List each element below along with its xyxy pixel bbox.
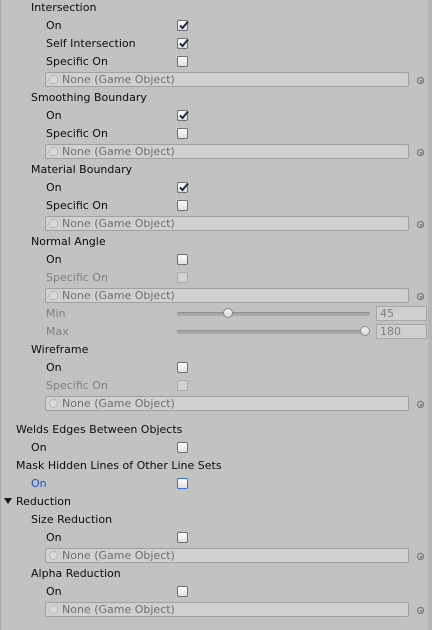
- checkmark-icon: [179, 20, 189, 30]
- gameobject-icon: [49, 605, 58, 614]
- normal-angle-object-picker-icon[interactable]: [417, 293, 424, 300]
- alpha-reduction-on-checkbox[interactable]: [177, 586, 188, 597]
- wireframe-header: Wireframe: [31, 343, 89, 356]
- size-reduction-object-field[interactable]: None (Game Object): [45, 548, 409, 563]
- smoothing-on-checkbox[interactable]: [177, 110, 189, 121]
- welds-on-label: On: [31, 441, 47, 454]
- max-angle-slider-track[interactable]: [177, 330, 370, 334]
- gameobject-icon: [49, 147, 58, 156]
- size-reduction-object-field-value: None (Game Object): [62, 549, 175, 562]
- alpha-reduction-object-field-value: None (Game Object): [62, 603, 175, 616]
- self-intersection-label: Self Intersection: [46, 37, 136, 50]
- wireframe-object-field-value: None (Game Object): [62, 397, 175, 410]
- self-intersection-checkbox[interactable]: [177, 38, 189, 49]
- panel-left-border: [0, 0, 1, 630]
- normal-angle-on-label: On: [46, 253, 62, 266]
- smoothing-on-label: On: [46, 109, 62, 122]
- mask-hidden-lines-header: Mask Hidden Lines of Other Line Sets: [16, 459, 222, 472]
- size-reduction-on-label: On: [46, 531, 62, 544]
- checkmark-icon: [179, 182, 189, 192]
- material-object-field[interactable]: None (Game Object): [45, 216, 409, 231]
- gameobject-icon: [49, 291, 58, 300]
- normal-angle-specific-label: Specific On: [46, 271, 108, 284]
- smoothing-specific-checkbox[interactable]: [177, 128, 188, 139]
- wireframe-object-picker-icon[interactable]: [417, 401, 424, 408]
- wireframe-specific-label: Specific On: [46, 379, 108, 392]
- welds-on-checkbox[interactable]: [177, 442, 188, 453]
- material-object-field-value: None (Game Object): [62, 217, 175, 230]
- intersection-header: Intersection: [31, 1, 97, 14]
- alpha-reduction-object-picker-icon[interactable]: [417, 607, 424, 614]
- normal-angle-object-field[interactable]: None (Game Object): [45, 288, 409, 303]
- min-angle-input[interactable]: 45: [376, 306, 427, 321]
- material-on-label: On: [46, 181, 62, 194]
- checkmark-icon: [179, 38, 189, 48]
- normal-angle-object-field-value: None (Game Object): [62, 289, 175, 302]
- material-specific-checkbox[interactable]: [177, 200, 188, 211]
- intersection-specific-checkbox[interactable]: [177, 56, 188, 67]
- gameobject-icon: [49, 551, 58, 560]
- min-angle-slider-track[interactable]: [177, 312, 370, 316]
- material-on-checkbox[interactable]: [177, 182, 189, 193]
- intersection-on-label: On: [46, 19, 62, 32]
- smoothing-object-picker-icon[interactable]: [417, 149, 424, 156]
- smoothing-boundary-header: Smoothing Boundary: [31, 91, 147, 104]
- intersection-specific-label: Specific On: [46, 55, 108, 68]
- gameobject-icon: [49, 399, 58, 408]
- intersection-on-checkbox[interactable]: [177, 20, 189, 31]
- wireframe-on-label: On: [46, 361, 62, 374]
- alpha-reduction-on-label: On: [46, 585, 62, 598]
- inspector-scrollbar[interactable]: [428, 0, 432, 630]
- line-set-inspector-panel: Intersection On Self Intersection Specif…: [0, 0, 432, 630]
- gameobject-icon: [49, 219, 58, 228]
- size-reduction-on-checkbox[interactable]: [177, 532, 188, 543]
- alpha-reduction-object-field[interactable]: None (Game Object): [45, 602, 409, 617]
- gameobject-icon: [49, 75, 58, 84]
- intersection-object-field[interactable]: None (Game Object): [45, 72, 409, 87]
- min-angle-label: Min: [46, 307, 66, 320]
- material-specific-label: Specific On: [46, 199, 108, 212]
- wireframe-on-checkbox[interactable]: [177, 362, 188, 373]
- min-angle-slider-thumb[interactable]: [222, 308, 233, 318]
- normal-angle-header: Normal Angle: [31, 235, 106, 248]
- intersection-object-field-value: None (Game Object): [62, 73, 175, 86]
- foldout-arrow-down-icon[interactable]: [4, 498, 12, 504]
- max-angle-slider-thumb[interactable]: [360, 326, 370, 336]
- material-boundary-header: Material Boundary: [31, 163, 133, 176]
- smoothing-object-field[interactable]: None (Game Object): [45, 144, 409, 159]
- intersection-object-picker-icon[interactable]: [417, 77, 424, 84]
- wireframe-object-field[interactable]: None (Game Object): [45, 396, 409, 411]
- normal-angle-on-checkbox[interactable]: [177, 254, 188, 265]
- reduction-header[interactable]: Reduction: [16, 495, 71, 509]
- smoothing-object-field-value: None (Game Object): [62, 145, 175, 158]
- mask-hidden-on-label: On: [31, 477, 47, 490]
- smoothing-specific-label: Specific On: [46, 127, 108, 140]
- max-angle-input[interactable]: 180: [376, 324, 427, 339]
- material-object-picker-icon[interactable]: [417, 221, 424, 228]
- mask-hidden-on-checkbox[interactable]: [177, 478, 188, 489]
- max-angle-label: Max: [46, 325, 69, 338]
- checkmark-icon: [179, 110, 189, 120]
- size-reduction-header: Size Reduction: [31, 513, 113, 526]
- alpha-reduction-header: Alpha Reduction: [31, 567, 121, 580]
- wireframe-specific-checkbox[interactable]: [177, 380, 188, 391]
- size-reduction-object-picker-icon[interactable]: [417, 553, 424, 560]
- normal-angle-specific-checkbox[interactable]: [177, 272, 188, 283]
- welds-edges-header: Welds Edges Between Objects: [16, 423, 183, 436]
